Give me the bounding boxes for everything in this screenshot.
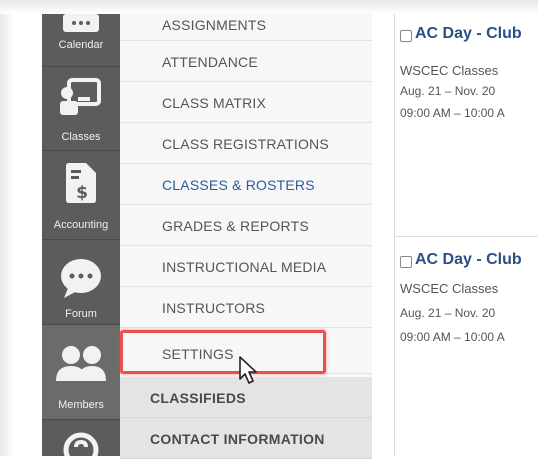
class-dates: Aug. 21 – Nov. 20 (400, 84, 496, 98)
menu-item-label: CLASS MATRIX (162, 95, 267, 111)
sidebar-item-accounting[interactable]: $ Accounting (42, 151, 120, 239)
class-org: WSCEC Classes (400, 281, 499, 296)
menu-item-instructional-media[interactable]: INSTRUCTIONAL MEDIA (120, 246, 372, 287)
menu-item-label: INSTRUCTIONAL MEDIA (162, 259, 327, 275)
sidebar-item-label: Classes (61, 131, 101, 143)
class-title[interactable]: AC Day - Club (415, 251, 522, 269)
menu-item-label: ATTENDANCE (162, 54, 258, 70)
invoice-dollar-icon: $ (66, 163, 96, 206)
class-dates: Aug. 21 – Nov. 20 (400, 306, 496, 320)
panel-divider (394, 0, 395, 456)
class-time: 09:00 AM – 10:00 A (400, 106, 505, 120)
sidebar-item-label: Members (58, 399, 104, 411)
menu-item-label: INSTRUCTORS (162, 300, 266, 316)
menu-item-class-matrix[interactable]: CLASS MATRIX (120, 82, 372, 123)
menu-item-label: ASSIGNMENTS (162, 17, 267, 33)
sidebar-item-members[interactable]: Members (42, 325, 120, 419)
sidebar-item-label: Forum (65, 308, 97, 320)
menu-group-label: CONTACT INFORMATION (150, 431, 325, 447)
class-card[interactable]: AC Day - Club WSCEC Classes Aug. 21 – No… (400, 248, 538, 448)
menu-item-classes-rosters[interactable]: CLASSES & ROSTERS (120, 164, 372, 205)
calendar-icon (63, 14, 99, 35)
sidebar-item-label: Calendar (58, 39, 104, 51)
select-checkbox[interactable] (400, 256, 412, 268)
menu-item-attendance[interactable]: ATTENDANCE (120, 41, 372, 82)
users-icon (56, 345, 106, 384)
card-divider (395, 236, 538, 237)
classroom-icon (60, 77, 102, 118)
menu-item-instructors[interactable]: INSTRUCTORS (120, 287, 372, 328)
menu-item-label: CLASSES & ROSTERS (162, 177, 315, 193)
class-time: 09:00 AM – 10:00 A (400, 330, 505, 344)
menu-group-label: CLASSIFIEDS (150, 390, 246, 406)
class-org: WSCEC Classes (400, 63, 499, 78)
class-card[interactable]: AC Day - Club WSCEC Classes Aug. 21 – No… (400, 22, 538, 222)
sidebar-item-classes[interactable]: Classes (42, 67, 120, 150)
settings-highlight-box (120, 330, 326, 374)
menu-item-label: CLASS REGISTRATIONS (162, 136, 329, 152)
help-icon (63, 432, 99, 459)
icon-sidebar: Calendar Classes $ Accounting Forum Memb… (42, 0, 120, 459)
sidebar-item-label: Accounting (53, 219, 109, 231)
mouse-pointer-icon (238, 355, 260, 390)
menu-group-contact-information[interactable]: CONTACT INFORMATION (120, 418, 372, 459)
select-checkbox[interactable] (400, 30, 412, 42)
menu-item-grades-reports[interactable]: GRADES & REPORTS (120, 205, 372, 246)
svg-text:$: $ (76, 183, 88, 203)
chat-bubble-icon (60, 258, 102, 301)
class-title[interactable]: AC Day - Club (415, 25, 522, 43)
menu-item-class-registrations[interactable]: CLASS REGISTRATIONS (120, 123, 372, 164)
sidebar-item-help[interactable] (42, 420, 120, 459)
sidebar-item-forum[interactable]: Forum (42, 240, 120, 324)
menu-item-label: GRADES & REPORTS (162, 218, 309, 234)
